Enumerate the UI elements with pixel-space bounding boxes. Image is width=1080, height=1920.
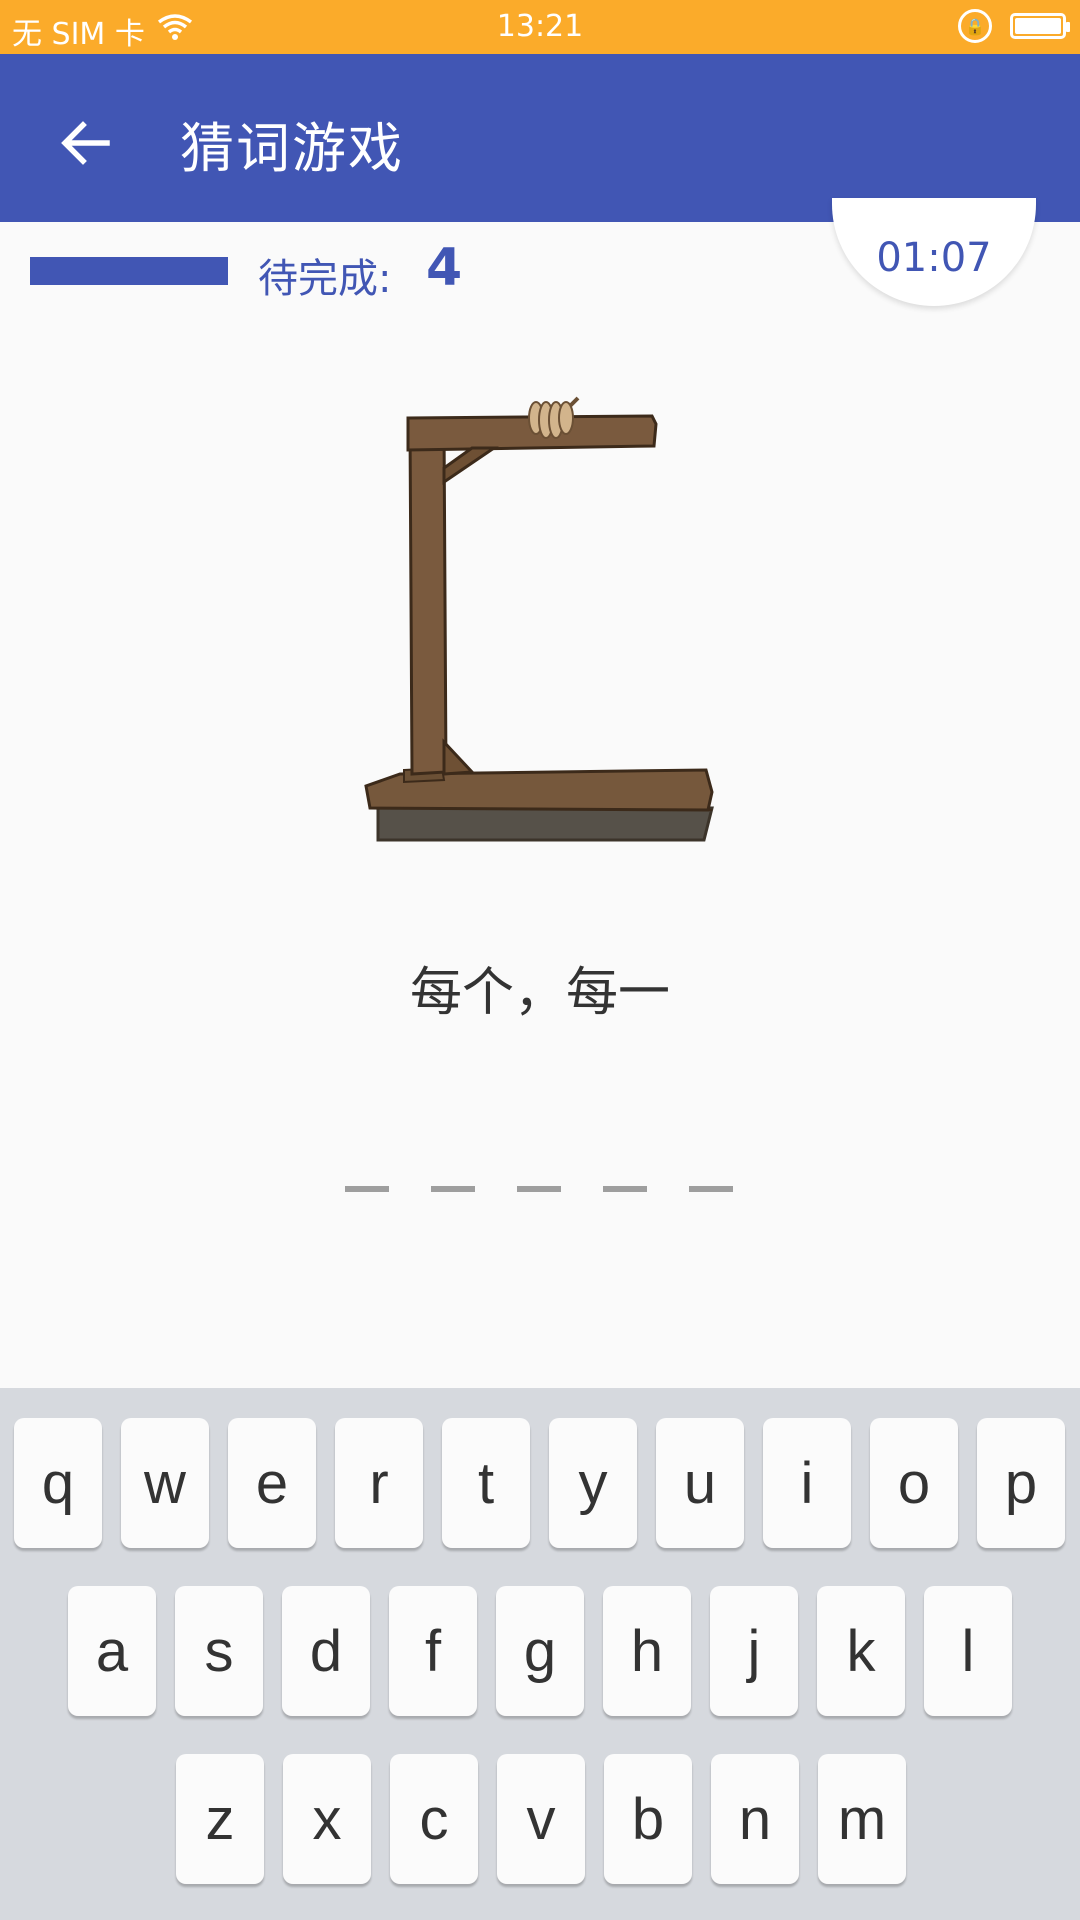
key-e[interactable]: e <box>228 1418 316 1548</box>
key-i[interactable]: i <box>763 1418 851 1548</box>
key-y[interactable]: y <box>549 1418 637 1548</box>
key-j[interactable]: j <box>710 1586 798 1716</box>
key-l[interactable]: l <box>924 1586 1012 1716</box>
progress-bar <box>30 257 228 285</box>
status-time: 13:21 <box>496 9 584 44</box>
letter-blank <box>431 1186 475 1192</box>
key-t[interactable]: t <box>442 1418 530 1548</box>
key-q[interactable]: q <box>14 1418 102 1548</box>
key-p[interactable]: p <box>977 1418 1065 1548</box>
rotation-lock-icon: 🔒 <box>958 9 992 43</box>
letter-blank <box>517 1186 561 1192</box>
key-s[interactable]: s <box>175 1586 263 1716</box>
app-bar: 猜词游戏 <box>0 54 1080 222</box>
key-u[interactable]: u <box>656 1418 744 1548</box>
page-title: 猜词游戏 <box>180 117 404 180</box>
remaining-count: 4 <box>426 238 463 298</box>
letter-blank <box>603 1186 647 1192</box>
key-n[interactable]: n <box>711 1754 799 1884</box>
key-g[interactable]: g <box>496 1586 584 1716</box>
timer-badge: 01:07 <box>832 198 1036 306</box>
key-o[interactable]: o <box>870 1418 958 1548</box>
word-hint: 每个，每一 <box>409 963 670 1023</box>
battery-icon <box>1010 13 1070 39</box>
key-d[interactable]: d <box>282 1586 370 1716</box>
progress-fill <box>30 257 228 285</box>
key-v[interactable]: v <box>497 1754 585 1884</box>
key-w[interactable]: w <box>121 1418 209 1548</box>
status-bar: 无 SIM 卡 13:21 🔒 <box>0 0 1080 54</box>
key-a[interactable]: a <box>68 1586 156 1716</box>
arrow-left-icon <box>61 121 110 165</box>
back-button[interactable] <box>40 98 130 188</box>
key-r[interactable]: r <box>335 1418 423 1548</box>
word-blanks <box>345 1186 733 1192</box>
key-b[interactable]: b <box>604 1754 692 1884</box>
on-screen-keyboard: qwertyuiop asdfghjkl zxcvbnm <box>0 1388 1080 1920</box>
remaining-label: 待完成: <box>258 256 392 302</box>
status-right: 🔒 <box>958 9 1070 43</box>
key-m[interactable]: m <box>818 1754 906 1884</box>
key-k[interactable]: k <box>817 1586 905 1716</box>
letter-blank <box>689 1186 733 1192</box>
key-c[interactable]: c <box>390 1754 478 1884</box>
key-x[interactable]: x <box>283 1754 371 1884</box>
key-z[interactable]: z <box>176 1754 264 1884</box>
gallows-illustration <box>364 396 714 842</box>
key-f[interactable]: f <box>389 1586 477 1716</box>
key-h[interactable]: h <box>603 1586 691 1716</box>
letter-blank <box>345 1186 389 1192</box>
